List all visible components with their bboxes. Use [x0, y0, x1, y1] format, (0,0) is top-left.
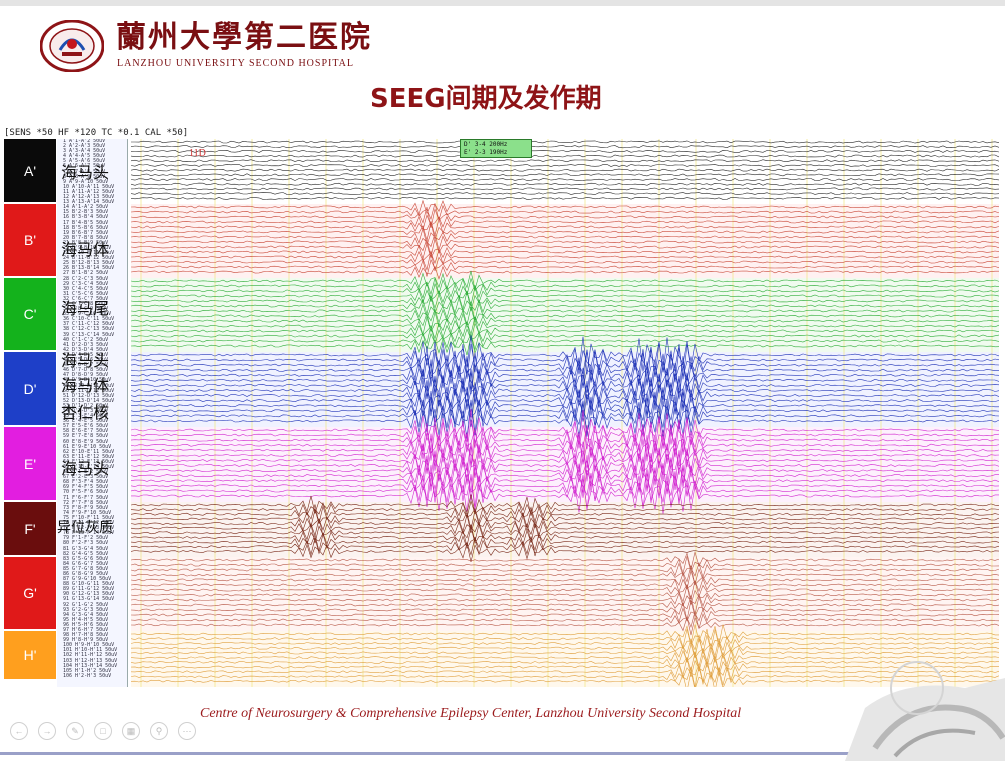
anatomy-label: 海马头	[61, 351, 110, 370]
electrode-label: B'	[4, 204, 56, 276]
anatomy-label: 杏仁核	[61, 403, 110, 422]
footer-text: Centre of Neurosurgery & Comprehensive E…	[200, 706, 742, 721]
slide: 蘭州大學第二医院 LANZHOU UNIVERSITY SECOND HOSPI…	[0, 0, 1005, 761]
electrode-label: D'	[4, 352, 56, 425]
slide-title: SEEG间期及发作期	[370, 84, 602, 114]
comment-icon[interactable]: □	[94, 722, 112, 740]
electrode-label: A'	[4, 139, 56, 202]
more-icon[interactable]: ⋯	[178, 722, 196, 740]
pen-icon[interactable]: ✎	[66, 722, 84, 740]
eeg-traces	[131, 139, 999, 687]
anatomy-label: 海马尾	[61, 299, 110, 318]
channel-row: 106 H'2-H'3 50uV	[63, 672, 112, 679]
slides-icon[interactable]: ▦	[122, 722, 140, 740]
legend-line: E' 2-3 190Hz	[464, 149, 508, 156]
electrode-label: F'	[4, 502, 56, 555]
watermark-image	[845, 661, 1005, 761]
trace-band	[131, 139, 999, 204]
seeg-recording: [SENS *50 HF *120 TC *0.1 CAL *50] A' B' C…	[4, 128, 999, 688]
event-marker: 11D	[189, 148, 206, 159]
next-icon[interactable]: →	[38, 722, 56, 740]
electrode-label: G'	[4, 557, 56, 629]
legend-line: D' 3-4 200Hz	[464, 141, 508, 148]
hospital-name-cn: 蘭州大學第二医院	[116, 20, 372, 55]
slideshow-nav: ← → ✎ □ ▦ ⚲ ⋯	[10, 722, 196, 740]
hospital-logo	[40, 20, 104, 72]
trace-band	[131, 502, 999, 557]
anatomy-label: 海马体	[61, 376, 110, 395]
hospital-name-en: LANZHOU UNIVERSITY SECOND HOSPITAL	[117, 58, 354, 69]
electrode-label: E'	[4, 427, 56, 500]
prev-icon[interactable]: ←	[10, 722, 28, 740]
zoom-icon[interactable]: ⚲	[150, 722, 168, 740]
anatomy-label: 海马头	[61, 163, 110, 182]
electrode-label: C'	[4, 278, 56, 350]
electrode-label: H'	[4, 631, 56, 679]
anatomy-label: 海马头	[61, 459, 110, 478]
eeg-settings-bar: [SENS *50 HF *120 TC *0.1 CAL *50]	[4, 128, 189, 138]
anatomy-label: 异位灰质	[57, 520, 113, 536]
anatomy-label: 海马体	[61, 240, 110, 259]
top-band	[0, 0, 1005, 6]
frequency-legend: D' 3-4 200Hz E' 2-3 190Hz	[460, 139, 532, 158]
